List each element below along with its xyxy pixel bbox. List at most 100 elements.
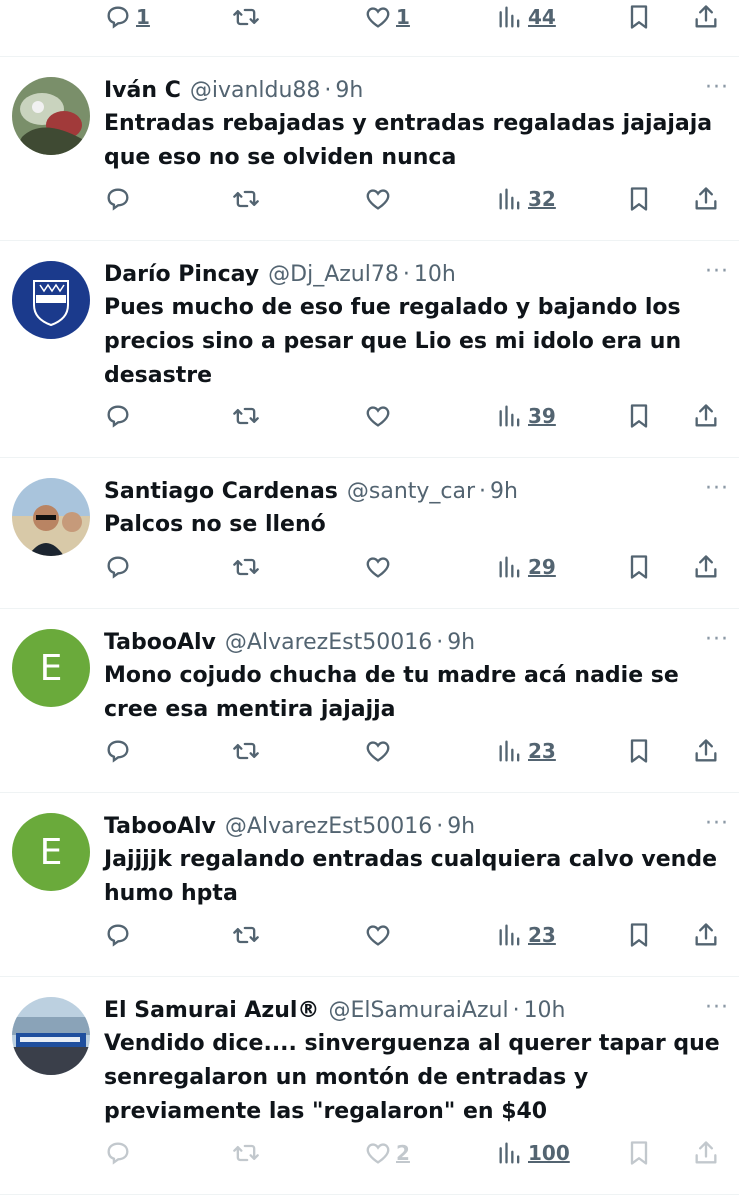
- views-button[interactable]: 23: [496, 731, 556, 771]
- tweet-header: TabooAlv @AlvarezEst50016 · 9h ···: [104, 809, 728, 843]
- display-name[interactable]: El Samurai Azul®: [104, 998, 319, 1023]
- reply-icon: [107, 740, 129, 763]
- share-button[interactable]: [692, 0, 720, 37]
- reply-button[interactable]: [104, 179, 132, 219]
- avatar[interactable]: [12, 478, 90, 556]
- user-handle[interactable]: @AlvarezEst50016: [225, 630, 432, 655]
- views-icon: [499, 405, 520, 427]
- reply-icon: [107, 1142, 129, 1165]
- views-count: 23: [528, 923, 556, 947]
- tweet[interactable]: E TabooAlv @AlvarezEst50016 · 9h ··· Jaj…: [0, 793, 739, 977]
- views-button[interactable]: 32: [496, 179, 556, 219]
- tweet[interactable]: E TabooAlv @AlvarezEst50016 · 9h ··· Mon…: [0, 609, 739, 793]
- bookmark-button[interactable]: [625, 179, 653, 219]
- timestamp[interactable]: 10h: [414, 262, 456, 287]
- reply-button[interactable]: [104, 731, 132, 771]
- timestamp[interactable]: 9h: [447, 814, 475, 839]
- timestamp[interactable]: 9h: [335, 78, 363, 103]
- reply-icon: [107, 188, 129, 211]
- more-icon[interactable]: ···: [705, 811, 729, 836]
- like-button[interactable]: 2: [364, 1133, 410, 1173]
- more-icon[interactable]: ···: [705, 995, 729, 1020]
- emelec-logo-avatar: [12, 261, 90, 339]
- reply-button[interactable]: 1: [104, 0, 150, 37]
- user-handle[interactable]: @santy_car: [347, 479, 475, 504]
- avatar-image: [12, 997, 90, 1075]
- like-icon: [366, 189, 390, 210]
- user-handle[interactable]: @ivanldu88: [190, 78, 321, 103]
- bookmark-icon: [630, 923, 648, 947]
- bookmark-button[interactable]: [625, 547, 653, 587]
- retweet-button[interactable]: [232, 179, 260, 219]
- more-icon[interactable]: ···: [705, 259, 729, 284]
- tweet[interactable]: Iván C @ivanldu88 · 9h ··· Entradas reba…: [0, 57, 739, 241]
- like-button[interactable]: 1: [364, 0, 410, 37]
- share-icon: [695, 923, 717, 946]
- reply-button[interactable]: [104, 915, 132, 955]
- share-button[interactable]: [692, 547, 720, 587]
- avatar[interactable]: E: [12, 629, 90, 707]
- share-button[interactable]: [692, 179, 720, 219]
- bookmark-button[interactable]: [625, 1133, 653, 1173]
- bookmark-button[interactable]: [625, 731, 653, 771]
- user-handle[interactable]: @Dj_Azul78: [268, 262, 399, 287]
- avatar[interactable]: [12, 77, 90, 155]
- share-button[interactable]: [692, 396, 720, 436]
- avatar[interactable]: E: [12, 813, 90, 891]
- reply-button[interactable]: [104, 396, 132, 436]
- views-button[interactable]: 100: [496, 1133, 570, 1173]
- display-name[interactable]: Iván C: [104, 78, 181, 103]
- avatar[interactable]: [12, 261, 90, 339]
- bookmark-button[interactable]: [625, 396, 653, 436]
- retweet-button[interactable]: [232, 731, 260, 771]
- retweet-button[interactable]: [232, 915, 260, 955]
- like-button[interactable]: [364, 731, 392, 771]
- share-button[interactable]: [692, 731, 720, 771]
- reply-icon: [107, 556, 129, 579]
- share-button[interactable]: [692, 915, 720, 955]
- like-button[interactable]: [364, 396, 392, 436]
- views-button[interactable]: 39: [496, 396, 556, 436]
- views-button[interactable]: 44: [496, 0, 556, 37]
- share-button[interactable]: [692, 1133, 720, 1173]
- more-icon[interactable]: ···: [705, 75, 729, 100]
- display-name[interactable]: TabooAlv: [104, 814, 216, 839]
- bookmark-button[interactable]: [625, 915, 653, 955]
- retweet-button[interactable]: [232, 1133, 260, 1173]
- display-name[interactable]: Darío Pincay: [104, 262, 259, 287]
- bookmark-icon: [630, 739, 648, 763]
- retweet-button[interactable]: [232, 0, 260, 37]
- like-icon: [366, 7, 390, 28]
- tweet[interactable]: Darío Pincay @Dj_Azul78 · 10h ··· Pues m…: [0, 241, 739, 458]
- views-button[interactable]: 23: [496, 915, 556, 955]
- timestamp[interactable]: 9h: [490, 479, 518, 504]
- reply-icon: [107, 405, 129, 428]
- retweet-button[interactable]: [232, 547, 260, 587]
- display-name[interactable]: TabooAlv: [104, 630, 216, 655]
- retweet-icon: [233, 190, 259, 208]
- retweet-button[interactable]: [232, 396, 260, 436]
- user-handle[interactable]: @ElSamuraiAzul: [328, 998, 508, 1023]
- avatar-image: [12, 478, 90, 556]
- user-handle[interactable]: @AlvarezEst50016: [225, 814, 432, 839]
- avatar[interactable]: [12, 997, 90, 1075]
- like-icon: [366, 925, 390, 946]
- timestamp[interactable]: 10h: [524, 998, 566, 1023]
- timestamp[interactable]: 9h: [447, 630, 475, 655]
- separator: ·: [402, 261, 410, 287]
- bookmark-button[interactable]: [625, 0, 653, 37]
- display-name[interactable]: Santiago Cardenas: [104, 479, 338, 504]
- tweet[interactable]: El Samurai Azul® @ElSamuraiAzul · 10h ··…: [0, 977, 739, 1195]
- views-count: 32: [528, 187, 556, 211]
- like-button[interactable]: [364, 179, 392, 219]
- views-icon: [499, 188, 520, 210]
- separator: ·: [324, 77, 332, 103]
- views-button[interactable]: 29: [496, 547, 556, 587]
- like-button[interactable]: [364, 915, 392, 955]
- more-icon[interactable]: ···: [705, 627, 729, 652]
- like-button[interactable]: [364, 547, 392, 587]
- tweet[interactable]: Santiago Cardenas @santy_car · 9h ··· Pa…: [0, 458, 739, 609]
- reply-button[interactable]: [104, 1133, 132, 1173]
- more-icon[interactable]: ···: [705, 476, 729, 501]
- reply-button[interactable]: [104, 547, 132, 587]
